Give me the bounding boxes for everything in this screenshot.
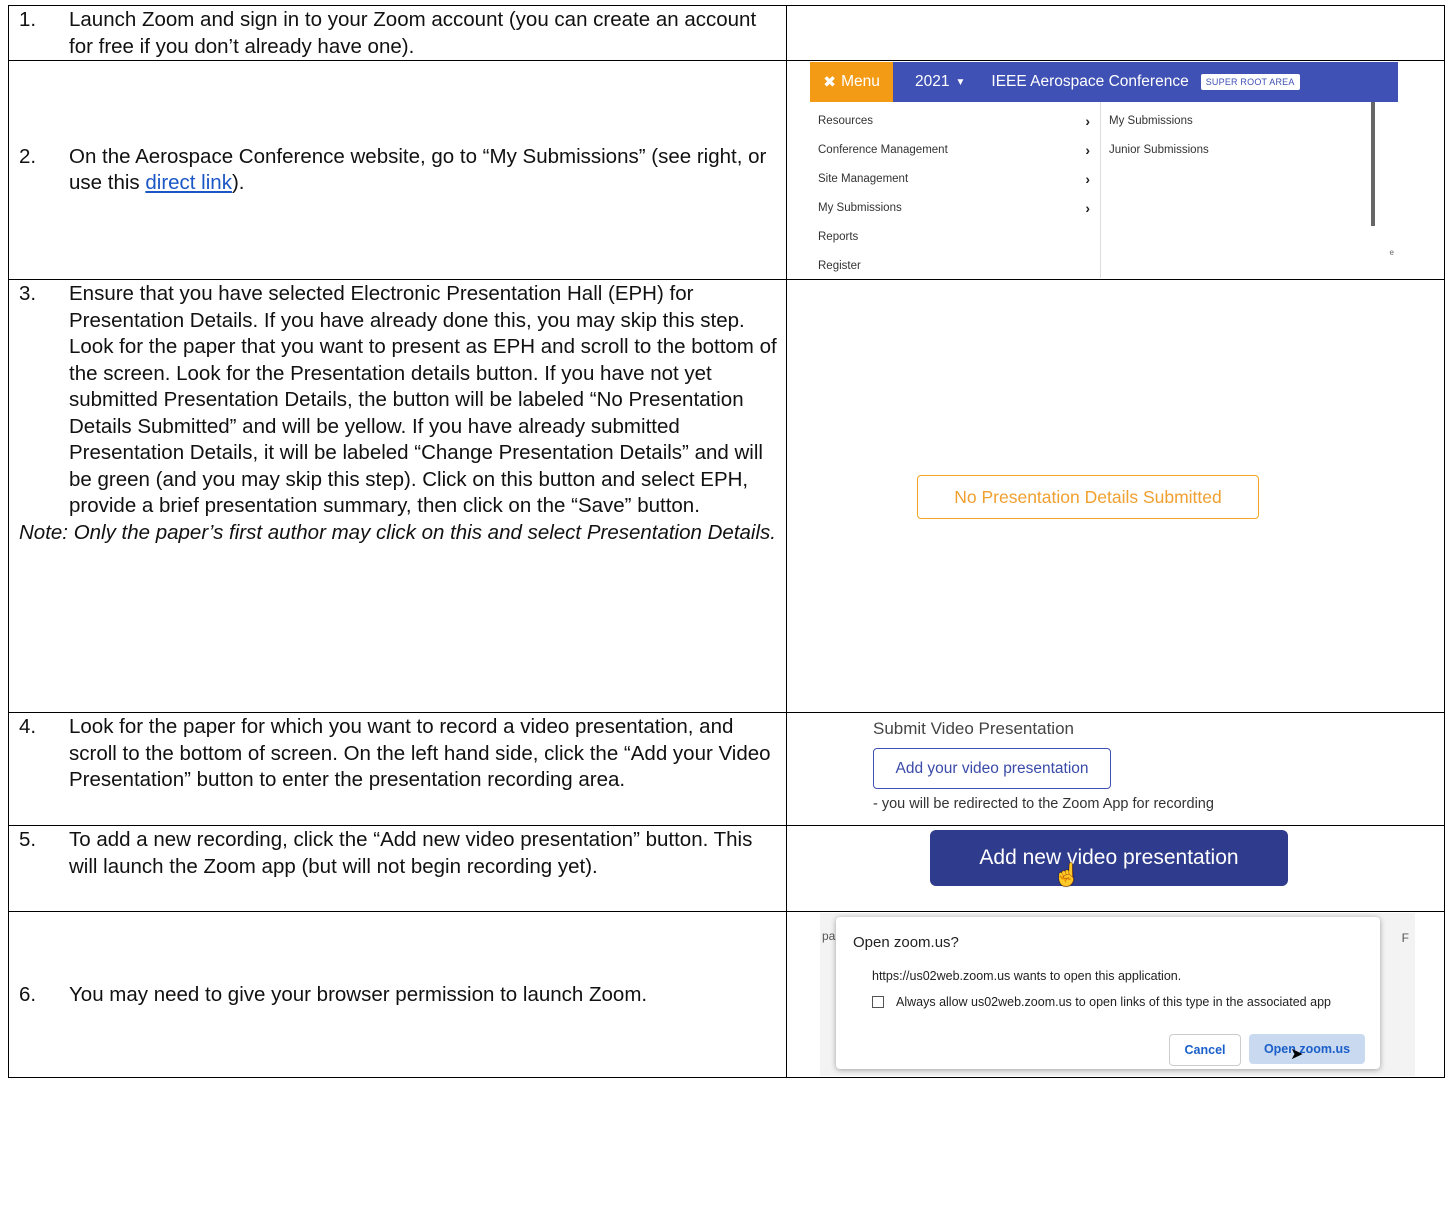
step-number: 1. [19, 8, 37, 31]
add-your-video-presentation-button[interactable]: Add your video presentation [873, 748, 1111, 789]
dialog-title: Open zoom.us? [853, 934, 959, 951]
menu-item-reports[interactable]: Reports [810, 222, 1100, 251]
cancel-button[interactable]: Cancel [1169, 1034, 1241, 1066]
dialog-screenshot: pa F Open zoom.us? https://us02web.zoom.… [820, 913, 1415, 1076]
step-text: To add a new recording, click the “Add n… [69, 828, 753, 878]
add-new-video-presentation-button[interactable]: Add new video presentation [930, 830, 1288, 886]
chevron-right-icon: › [1085, 112, 1090, 129]
step-text: You may need to give your browser permis… [69, 982, 648, 1006]
step-number: 4. [19, 715, 37, 738]
submenu-list: My Submissions Junior Submissions [1101, 102, 1375, 226]
cropped-text-fragment: pa [822, 929, 836, 943]
table-row: 5. To add a new recording, click the “Add… [8, 825, 1445, 912]
checkbox-label: Always allow us02web.zoom.us to open lin… [896, 995, 1331, 1009]
menu-item-my-submissions[interactable]: My Submissions › [810, 193, 1100, 222]
table-row: 6. You may need to give your browser perm… [8, 911, 1445, 1078]
step-text: Launch Zoom and sign in to your Zoom acc… [69, 8, 757, 58]
step-cell: 4. Look for the paper for which you want … [8, 712, 787, 826]
open-zoom-button[interactable]: Open zoom.us [1249, 1034, 1365, 1064]
menu-item-site-management[interactable]: Site Management › [810, 164, 1100, 193]
illustration-cell: ✖ Menu 2021 ▼ IEEE Aerospace Conference SU… [786, 60, 1445, 280]
step-cell: 6. You may need to give your browser perm… [8, 911, 787, 1078]
menu-item-label: Resources [818, 114, 873, 127]
chevron-right-icon: › [1085, 170, 1090, 187]
step-number: 6. [19, 982, 37, 1006]
year-label: 2021 [915, 73, 950, 90]
checkbox-icon[interactable] [872, 996, 884, 1008]
step-number: 2. [19, 144, 37, 168]
document-page: 1. Launch Zoom and sign in to your Zoom a… [0, 0, 1449, 1209]
illustration-cell [786, 5, 1445, 61]
menu-label: Menu [841, 73, 880, 90]
redirect-note: - you will be redirected to the Zoom App… [873, 796, 1214, 812]
open-zoom-dialog: Open zoom.us? https://us02web.zoom.us wa… [836, 917, 1380, 1069]
step-cell: 2. On the Aerospace Conference website, … [8, 60, 787, 280]
submenu-item-my-submissions[interactable]: My Submissions [1101, 106, 1371, 135]
step-text-part: ). [231, 171, 245, 194]
menu-button[interactable]: ✖ Menu [810, 62, 893, 102]
step-text: On the Aerospace Conference website, go … [69, 144, 782, 197]
chevron-right-icon: › [1085, 141, 1090, 158]
step-number: 5. [19, 828, 37, 851]
step-number: 3. [19, 282, 37, 305]
menu-panels: Resources › Conference Management › Site M… [810, 102, 1398, 278]
table-row: 3. Ensure that you have selected Electro… [8, 279, 1445, 713]
hand-pointer-icon: ☝ [1053, 862, 1081, 887]
dialog-message: https://us02web.zoom.us wants to open th… [872, 969, 1182, 983]
cropped-text-fragment: F [1401, 931, 1409, 945]
step-cell: 3. Ensure that you have selected Electro… [8, 279, 787, 713]
menu-item-label: My Submissions [818, 201, 902, 214]
year-selector[interactable]: 2021 ▼ [915, 73, 965, 91]
no-presentation-details-button[interactable]: No Presentation Details Submitted [917, 475, 1259, 519]
cropped-text-fragment: e [1389, 248, 1394, 257]
table-row: 4. Look for the paper for which you want … [8, 712, 1445, 826]
super-root-badge: SUPER ROOT AREA [1200, 74, 1300, 90]
menu-item-label: Register [818, 259, 861, 272]
instructions-table: 1. Launch Zoom and sign in to your Zoom a… [8, 5, 1445, 1078]
step-cell: 5. To add a new recording, click the “Add… [8, 825, 787, 912]
menu-screenshot: ✖ Menu 2021 ▼ IEEE Aerospace Conference SU… [810, 62, 1398, 278]
menu-item-register[interactable]: Register [810, 251, 1100, 278]
illustration-cell: Add new video presentation ☝ [786, 825, 1445, 912]
menu-item-label: Site Management [818, 172, 909, 185]
menu-item-label: Conference Management [818, 143, 948, 156]
step-text: Ensure that you have selected Electronic… [69, 281, 782, 520]
close-icon: ✖ [823, 73, 837, 91]
always-allow-checkbox[interactable]: Always allow us02web.zoom.us to open lin… [872, 995, 1331, 1009]
menu-item-resources[interactable]: Resources › [810, 106, 1100, 135]
menu-list: Resources › Conference Management › Site M… [810, 102, 1101, 278]
caret-down-icon: ▼ [955, 76, 966, 88]
mouse-pointer-icon: ➤ [1290, 1046, 1304, 1063]
step-note: Note: Only the paper’s first author may … [19, 520, 776, 544]
submenu-item-junior-submissions[interactable]: Junior Submissions [1101, 135, 1371, 164]
direct-link[interactable]: direct link [145, 171, 232, 194]
step-cell: 1. Launch Zoom and sign in to your Zoom a… [8, 5, 787, 61]
submit-video-title: Submit Video Presentation [873, 719, 1074, 738]
step-paragraph: Ensure that you have selected Electronic… [69, 282, 745, 332]
table-row: 2. On the Aerospace Conference website, … [8, 60, 1445, 280]
step-text: Look for the paper for which you want to… [69, 715, 771, 791]
menu-item-label: Reports [818, 230, 859, 243]
step-paragraph: Look for the paper that you want to pres… [69, 335, 777, 517]
table-row: 1. Launch Zoom and sign in to your Zoom a… [8, 5, 1445, 61]
menu-top-bar: ✖ Menu 2021 ▼ IEEE Aerospace Conference SU… [810, 62, 1398, 102]
chevron-right-icon: › [1085, 199, 1090, 216]
illustration-cell: Submit Video Presentation Add your video… [786, 712, 1445, 826]
menu-item-conference-management[interactable]: Conference Management › [810, 135, 1100, 164]
illustration-cell: No Presentation Details Submitted [786, 279, 1445, 713]
illustration-cell: pa F Open zoom.us? https://us02web.zoom.… [786, 911, 1445, 1078]
conference-title[interactable]: IEEE Aerospace Conference [991, 73, 1188, 91]
